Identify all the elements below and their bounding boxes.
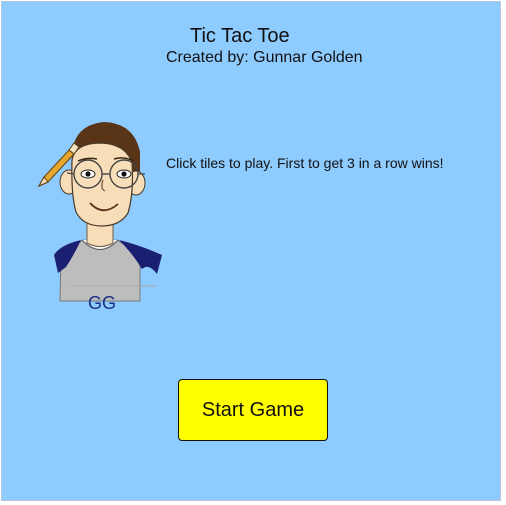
avatar-icon <box>37 122 162 302</box>
instructions-text: Click tiles to play. First to get 3 in a… <box>166 155 444 171</box>
avatar-initials: GG <box>88 293 117 313</box>
game-title: Tic Tac Toe <box>190 25 290 47</box>
credit-text: Created by: Gunnar Golden <box>166 49 363 66</box>
avatar <box>36 118 164 304</box>
game-screen: Tic Tac Toe Created by: Gunnar Golden Cl… <box>1 1 501 501</box>
start-game-button[interactable]: Start Game <box>178 379 328 441</box>
